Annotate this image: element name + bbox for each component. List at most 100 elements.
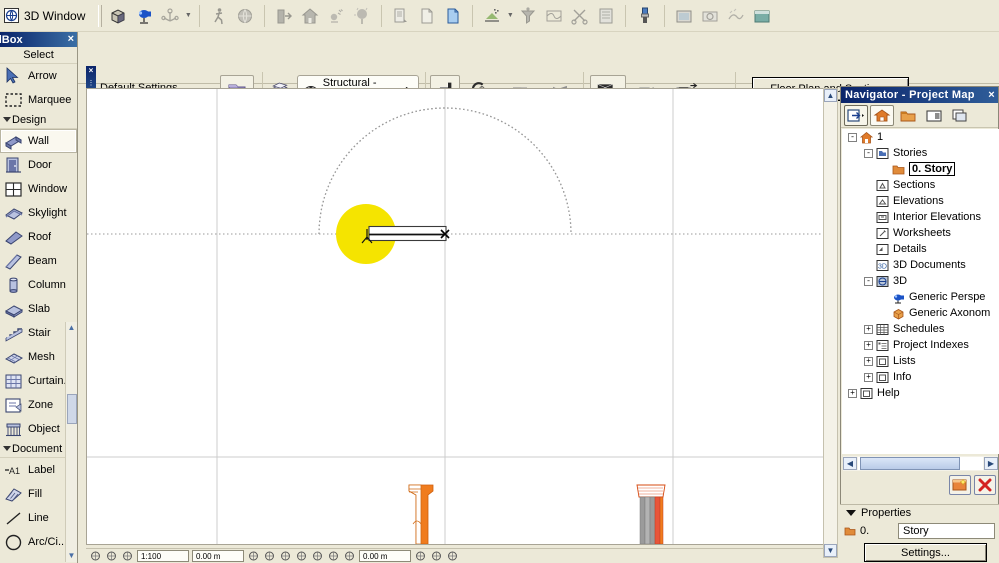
infobar-close-x[interactable]: × (86, 66, 96, 76)
properties-header[interactable]: Properties (840, 505, 999, 521)
section-collapse-triangle-icon[interactable] (3, 446, 11, 451)
tree-node[interactable]: Generic Axonom (842, 305, 999, 321)
teal-panel-icon-button[interactable] (749, 3, 775, 29)
tree-node[interactable]: Sections (842, 177, 999, 193)
toolbox-item-beam[interactable]: Beam (0, 249, 77, 273)
tree-node[interactable]: + Project Indexes (842, 337, 999, 353)
scissors-icon-button[interactable] (567, 3, 593, 29)
layout-book-button[interactable] (922, 105, 946, 126)
door-open-icon-button[interactable] (271, 3, 297, 29)
navigator-hscrollbar[interactable]: ◀ ▶ (843, 456, 998, 471)
filter-icon-button[interactable] (515, 3, 541, 29)
sketch-render-icon-button[interactable] (723, 3, 749, 29)
tree-expander-toggle[interactable]: + (864, 372, 873, 382)
project-map-tree[interactable]: -1- Stories 0. Story Sections Elevations Inte… (842, 129, 999, 454)
list-panel-icon-button[interactable] (593, 3, 619, 29)
photo-render-icon-button[interactable] (697, 3, 723, 29)
tree-expander-toggle[interactable]: + (848, 388, 857, 398)
arc-snap-icon[interactable] (295, 550, 308, 562)
story-name-field[interactable]: Story (898, 523, 995, 539)
tree-expander-toggle[interactable]: - (848, 132, 857, 142)
tree-node[interactable]: Elevations (842, 193, 999, 209)
properties-collapse-triangle-icon[interactable] (846, 510, 856, 516)
help-status-icon[interactable] (446, 550, 459, 562)
coordinate-field[interactable]: 0.00 m (359, 550, 411, 562)
section-collapse-triangle-icon[interactable] (3, 117, 11, 122)
paint-brush-icon-button[interactable] (632, 3, 658, 29)
nav-scroll-left[interactable]: ◀ (843, 457, 857, 470)
navigator-popup-button[interactable] (844, 104, 868, 126)
gravity-icon[interactable] (311, 550, 324, 562)
tree-node[interactable]: Generic Perspe (842, 289, 999, 305)
house-icon-button[interactable] (297, 3, 323, 29)
pointer-status-icon[interactable] (89, 550, 102, 562)
paste-page-icon-button[interactable] (440, 3, 466, 29)
tree-node[interactable]: -1 (842, 129, 999, 145)
tree-node[interactable]: 3D 3D Documents (842, 257, 999, 273)
toolbox-item-window[interactable]: Window (0, 177, 77, 201)
camera-icon-button[interactable] (131, 3, 157, 29)
toolbox-titlebar[interactable]: olBox × (0, 32, 77, 47)
grid-snap-icon[interactable] (263, 550, 276, 562)
pan-hand-icon[interactable] (105, 550, 118, 562)
canvas-vertical-scrollbar[interactable]: ▲ ▼ (823, 88, 838, 558)
toolbox-scrollbar[interactable]: ▲ ▼ (65, 322, 77, 562)
canvas-scroll-down[interactable]: ▼ (824, 544, 837, 557)
nav-scroll-thumb[interactable] (860, 457, 960, 470)
tree-node[interactable]: Worksheets (842, 225, 999, 241)
toolbox-item-door[interactable]: Door (0, 153, 77, 177)
magnify-icon[interactable] (414, 550, 427, 562)
toolbox-scroll-thumb[interactable] (66, 394, 77, 424)
toolbox-scroll-up[interactable]: ▲ (68, 322, 76, 334)
sun-study-icon-button[interactable] (323, 3, 349, 29)
tree-expander-toggle[interactable]: - (864, 276, 873, 286)
snap-dropdown[interactable] (247, 550, 260, 562)
navigator-close-icon[interactable]: × (988, 89, 995, 101)
navigator-titlebar[interactable]: Navigator - Project Map × (841, 87, 998, 103)
mesh-surface-icon-button[interactable] (541, 3, 567, 29)
story-settings-button[interactable]: Settings... (864, 543, 987, 562)
3d-box-icon-button[interactable] (105, 3, 131, 29)
3d-canvas[interactable] (86, 88, 825, 545)
target-snap-icon[interactable] (327, 550, 340, 562)
toolbox-item-skylight[interactable]: Skylight (0, 201, 77, 225)
toolbox-item-column[interactable]: Column (0, 273, 77, 297)
publisher-sets-button[interactable] (948, 105, 972, 126)
new-view-button[interactable] (949, 475, 971, 495)
walk-person-icon-button[interactable] (206, 3, 232, 29)
tree-node[interactable]: Details (842, 241, 999, 257)
toolbox-item-marquee[interactable]: Marquee (0, 88, 77, 112)
circle-snap-icon[interactable] (279, 550, 292, 562)
tree-node[interactable]: + Info (842, 369, 999, 385)
marquee-tool-icon-button[interactable] (479, 3, 505, 29)
nav-scroll-right[interactable]: ▶ (984, 457, 998, 470)
axis-dropdown-caret[interactable]: ▼ (183, 3, 193, 29)
marquee-dropdown-caret[interactable]: ▼ (505, 3, 515, 29)
tree-node[interactable]: 0. Story (842, 161, 999, 177)
tree-expander-toggle[interactable]: - (864, 148, 873, 158)
toolbox-close-icon[interactable]: × (68, 32, 74, 47)
elevation-field[interactable]: 0.00 m (192, 550, 244, 562)
project-map-button[interactable] (870, 104, 894, 126)
canvas-scroll-up[interactable]: ▲ (824, 89, 837, 102)
nav-scroll-track[interactable] (858, 457, 983, 470)
toolbox-item-slab[interactable]: Slab (0, 297, 77, 321)
tree-icon-button[interactable] (349, 3, 375, 29)
scale-field[interactable]: 1:100 (137, 550, 189, 562)
tree-node[interactable]: + Help (842, 385, 999, 401)
view-map-button[interactable] (896, 105, 920, 126)
toolbox-item-arrow[interactable]: Arrow (0, 64, 77, 88)
toolbox-section-select[interactable]: Select (0, 47, 77, 64)
toolbox-scroll-down[interactable]: ▼ (68, 550, 76, 562)
zoom-window-icon[interactable] (121, 550, 134, 562)
new-page-icon-button[interactable] (414, 3, 440, 29)
globe-icon[interactable] (430, 550, 443, 562)
tree-node[interactable]: Interior Elevations (842, 209, 999, 225)
toolbox-item-wall[interactable]: Wall (0, 129, 77, 153)
toolbar-grip[interactable] (98, 4, 103, 27)
explore-globe-icon-button[interactable] (232, 3, 258, 29)
axis-icon-button[interactable] (157, 3, 183, 29)
toolbox-item-roof[interactable]: Roof (0, 225, 77, 249)
rotate-icon[interactable] (343, 550, 356, 562)
copy-page-icon-button[interactable] (388, 3, 414, 29)
